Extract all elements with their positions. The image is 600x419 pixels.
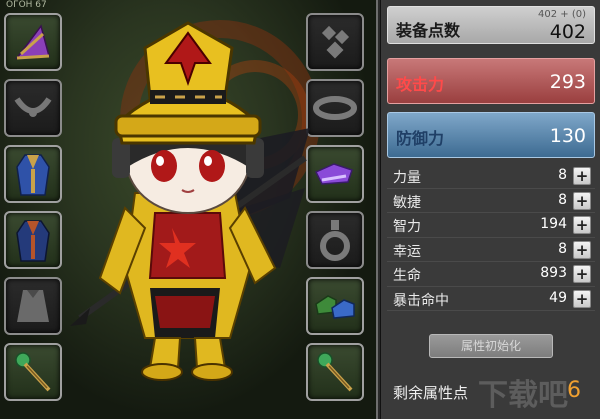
purple-hat-icon <box>15 24 50 60</box>
stat-name: 敏捷 <box>393 194 421 211</box>
attack-value: 293 <box>549 71 586 93</box>
equip-points-box: 装备点数 402 + (0) 402 <box>387 6 595 44</box>
add-agility-button[interactable]: + <box>573 191 591 210</box>
equip-slot-top[interactable] <box>4 145 62 203</box>
ring-slot-icon <box>320 220 350 261</box>
stat-name: 智力 <box>393 219 421 235</box>
stats-panel: 装备点数 402 + (0) 402 攻击力 293 防御力 130 力量 8 … <box>380 0 600 419</box>
stat-value: 8 <box>558 191 567 208</box>
equip-points-sub: 402 + (0) <box>538 9 586 20</box>
watermark: 下载吧 <box>478 379 568 412</box>
stat-name: 幸运 <box>393 243 421 260</box>
add-strength-button[interactable]: + <box>573 167 591 185</box>
stat-value: 8 <box>558 167 567 183</box>
equip-slot-hat[interactable] <box>4 13 62 71</box>
stat-value: 49 <box>549 289 567 306</box>
stat-row-intelligence: 智力 194 + <box>387 213 595 238</box>
stat-row-luck: 幸运 8 + <box>387 238 595 262</box>
equip-slot-weapon[interactable] <box>4 343 62 401</box>
stat-name: 力量 <box>393 170 421 186</box>
add-crit-hit-button[interactable]: + <box>573 289 591 308</box>
stat-row-health: 生命 893 + <box>387 262 595 287</box>
attack-label: 攻击力 <box>396 75 445 94</box>
cape-slot-icon <box>17 290 49 322</box>
defense-label: 防御力 <box>396 129 445 148</box>
stat-value: 194 <box>540 216 567 232</box>
reset-attributes-button[interactable]: 属性初始化 <box>429 334 553 358</box>
defense-box: 防御力 130 <box>387 112 595 158</box>
remaining-points-value: 6 <box>567 378 581 403</box>
earring-slot-icon <box>321 25 350 59</box>
character-scene: ОГОН 67 <box>0 0 378 419</box>
robe-icon <box>16 154 50 196</box>
staff-icon <box>15 352 51 392</box>
defense-value: 130 <box>549 125 586 147</box>
necklace-slot-icon <box>14 97 52 117</box>
equip-slot-bottom[interactable] <box>4 211 62 269</box>
stat-row-strength: 力量 8 + <box>387 164 595 189</box>
stat-value: 8 <box>558 240 567 257</box>
character-avatar <box>70 21 310 381</box>
stat-value: 893 <box>540 265 567 281</box>
stat-name: 暴击命中 <box>393 292 449 309</box>
stat-name: 生命 <box>393 268 421 284</box>
add-intelligence-button[interactable]: + <box>573 216 591 234</box>
stat-row-agility: 敏捷 8 + <box>387 189 595 213</box>
remaining-points-label: 剩余属性点 <box>393 384 469 402</box>
add-health-button[interactable]: + <box>573 265 591 283</box>
equip-slot-necklace[interactable] <box>4 79 62 137</box>
stat-row-crit-hit: 暴击命中 49 + <box>387 287 595 311</box>
equip-points-label: 装备点数 <box>396 21 461 40</box>
dark-robe-icon <box>16 220 50 262</box>
equip-slot-cape[interactable] <box>4 277 62 335</box>
attack-box: 攻击力 293 <box>387 58 595 104</box>
add-luck-button[interactable]: + <box>573 240 591 259</box>
equip-points-value: 402 <box>549 21 586 43</box>
attribute-list: 力量 8 + 敏捷 8 + 智力 194 + 幸运 8 + 生命 893 + 暴… <box>387 164 595 311</box>
hud-overlay-text: ОГОН 67 <box>6 0 47 10</box>
